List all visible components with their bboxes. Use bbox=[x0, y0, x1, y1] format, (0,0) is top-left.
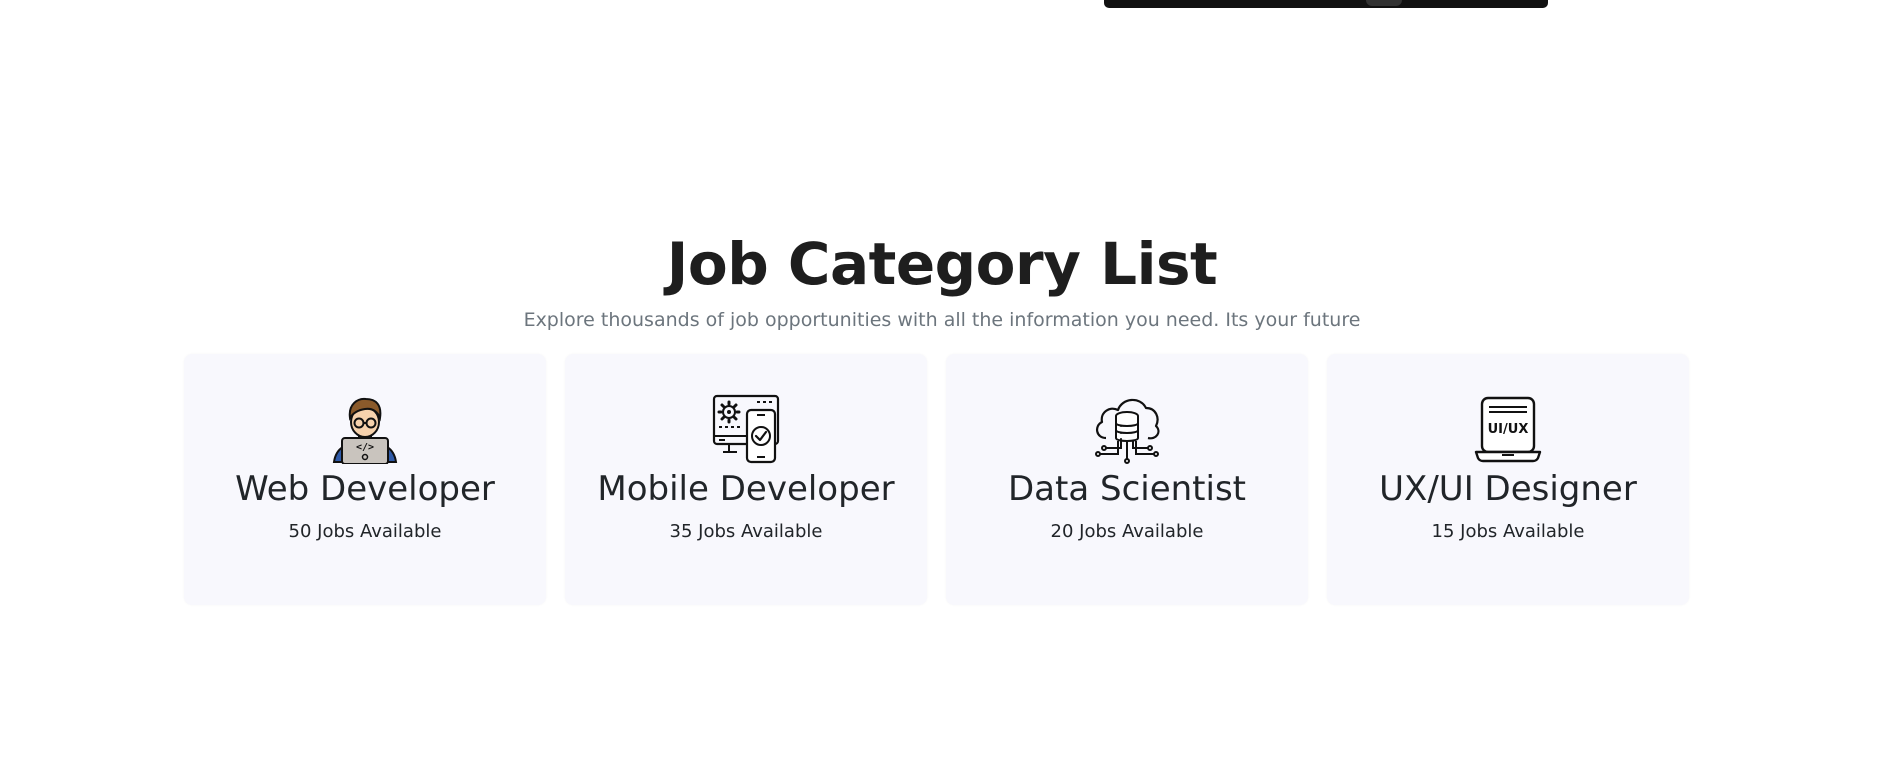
card-job-count: 50 Jobs Available bbox=[288, 521, 442, 542]
ux-ui-laptop-icon: UI/UX bbox=[1474, 396, 1542, 463]
category-card-web-developer[interactable]: </> Web Developer 50 Jobs Available bbox=[184, 354, 546, 605]
card-job-count: 20 Jobs Available bbox=[1050, 521, 1204, 542]
mobile-developer-icon bbox=[712, 394, 780, 464]
card-title: Web Developer bbox=[235, 469, 495, 509]
card-title: UX/UI Designer bbox=[1379, 469, 1637, 509]
ux-ui-icon-text: UI/UX bbox=[1488, 422, 1529, 437]
category-card-mobile-developer[interactable]: Mobile Developer 35 Jobs Available bbox=[565, 354, 927, 605]
category-card-ux-ui-designer[interactable]: UI/UX UX/UI Designer 15 Jobs Available bbox=[1327, 354, 1689, 605]
card-title: Mobile Developer bbox=[597, 469, 895, 509]
page: Job Category List Explore thousands of j… bbox=[0, 0, 1884, 779]
cloud-database-icon bbox=[1095, 398, 1160, 464]
section-title: Job Category List bbox=[666, 230, 1218, 298]
hero-image bbox=[1104, 0, 1548, 8]
category-card-data-scientist[interactable]: Data Scientist 20 Jobs Available bbox=[946, 354, 1308, 605]
svg-text:</>: </> bbox=[356, 442, 374, 453]
section-subtitle: Explore thousands of job opportunities w… bbox=[523, 309, 1361, 331]
web-developer-icon: </> bbox=[332, 397, 398, 464]
card-job-count: 15 Jobs Available bbox=[1431, 521, 1585, 542]
category-card-list: </> Web Developer 50 Jobs Available Mobi… bbox=[184, 354, 1689, 605]
card-title: Data Scientist bbox=[1008, 469, 1246, 509]
card-job-count: 35 Jobs Available bbox=[669, 521, 823, 542]
